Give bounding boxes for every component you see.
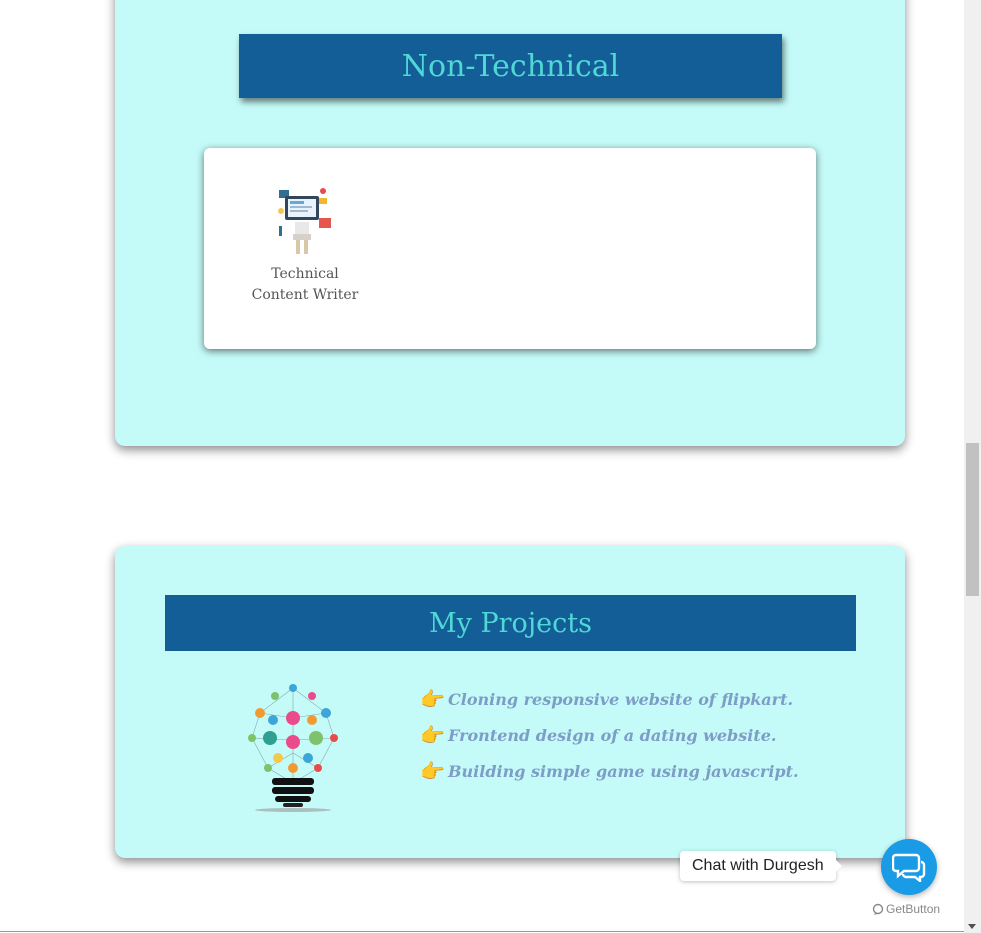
- list-item: 👉 Building simple game using javascript.: [420, 753, 799, 789]
- non-technical-heading: Non-Technical: [239, 34, 782, 98]
- getbutton-link[interactable]: GetButton: [872, 902, 940, 916]
- skill-list: Technical Content Writer: [204, 148, 816, 349]
- scrollbar[interactable]: [964, 0, 981, 933]
- scroll-down-arrow-icon[interactable]: [968, 924, 976, 929]
- non-technical-section: Non-Technical Technical Content Writer: [115, 0, 905, 446]
- getbutton-logo-icon: [872, 903, 884, 915]
- getbutton-label: GetButton: [886, 902, 941, 916]
- skill-label-line2: Content Writer: [251, 287, 359, 303]
- projects-section: My Projects 👉 Cloning responsive website…: [115, 546, 905, 858]
- project-list: 👉 Cloning responsive website of flipkart…: [420, 681, 799, 789]
- chat-label[interactable]: Chat with Durgesh: [680, 851, 842, 881]
- pointing-hand-icon: 👉: [420, 723, 445, 747]
- lightbulb-network-icon: [248, 684, 338, 812]
- project-text: Cloning responsive website of flipkart.: [448, 689, 794, 709]
- scrollbar-thumb[interactable]: [966, 443, 979, 596]
- content-writer-icon: [278, 188, 331, 254]
- list-item: 👉 Cloning responsive website of flipkart…: [420, 681, 799, 717]
- skill-item: Technical Content Writer: [244, 186, 366, 306]
- project-text: Building simple game using javascript.: [448, 761, 799, 781]
- pointing-hand-icon: 👉: [420, 687, 445, 711]
- projects-heading: My Projects: [165, 595, 856, 651]
- skill-label-line1: Technical: [271, 266, 339, 282]
- project-text: Frontend design of a dating website.: [448, 725, 777, 745]
- chat-button[interactable]: [881, 839, 937, 895]
- divider: [0, 931, 964, 932]
- chat-bubbles-icon: [892, 853, 926, 882]
- pointing-hand-icon: 👉: [420, 759, 445, 783]
- list-item: 👉 Frontend design of a dating website.: [420, 717, 799, 753]
